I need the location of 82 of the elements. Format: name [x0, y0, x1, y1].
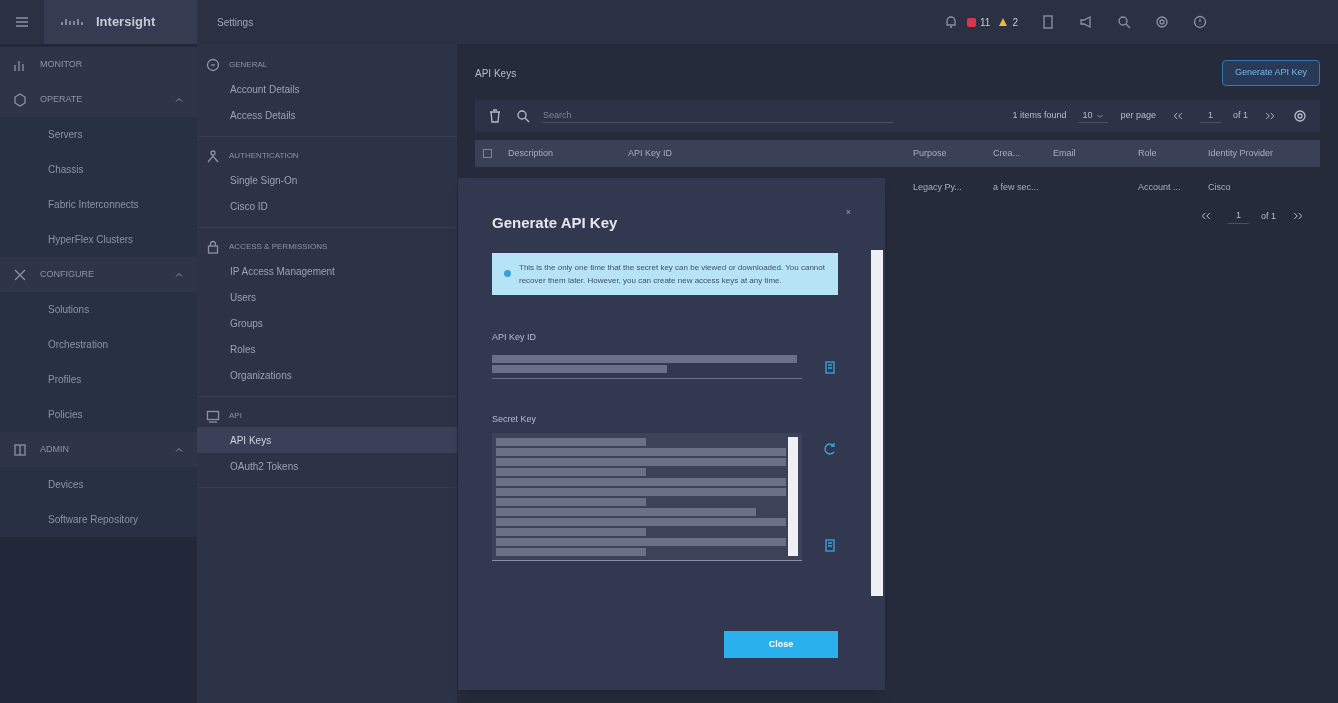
gear-icon — [1292, 108, 1308, 124]
settings-item[interactable]: Account Details — [197, 76, 457, 102]
settings-item[interactable]: Cisco ID — [197, 193, 457, 219]
nav-section-item[interactable]: OPERATE — [0, 82, 197, 117]
settings-item[interactable]: Access Details — [197, 102, 457, 128]
field-label: Secret Key — [492, 413, 538, 426]
nav-item[interactable]: Profiles — [0, 362, 197, 397]
settings-section-title: AUTHENTICATION — [229, 150, 299, 162]
warning-icon — [998, 17, 1009, 27]
nav-item[interactable]: Software Repository — [0, 502, 197, 537]
settings-item[interactable]: Roles — [197, 336, 457, 362]
column-header[interactable]: Crea... — [985, 146, 1045, 161]
settings-item[interactable]: Users — [197, 284, 457, 310]
logo-icon — [60, 16, 84, 28]
page-number[interactable]: 1 — [1227, 209, 1249, 224]
column-header[interactable]: Identity Provider — [1200, 146, 1320, 161]
page-count: of 1 — [1261, 209, 1276, 223]
copy-icon — [822, 536, 838, 553]
dialog-scrollbar[interactable] — [871, 250, 883, 596]
nav-item[interactable]: Orchestration — [0, 327, 197, 362]
settings-item[interactable]: Organizations — [197, 362, 457, 388]
gear-icon — [1154, 14, 1170, 30]
megaphone-icon — [1078, 14, 1094, 30]
scrollbar[interactable] — [788, 436, 798, 556]
table-cell: Cisco — [1208, 182, 1231, 193]
close-button[interactable]: × — [845, 206, 851, 220]
column-header[interactable]: Email — [1045, 146, 1130, 161]
nav-item[interactable]: Chassis — [0, 152, 197, 187]
api-key-id-field[interactable] — [492, 354, 802, 379]
menu-icon — [14, 14, 30, 30]
trash-icon — [487, 108, 503, 124]
column-header[interactable]: Role — [1130, 146, 1200, 161]
table-cell: Account ... — [1138, 182, 1181, 193]
page-title: Settings — [217, 15, 254, 30]
nav-item[interactable]: Solutions — [0, 292, 197, 327]
per-page-label: per page — [1120, 109, 1156, 123]
settings-item[interactable]: OAuth2 Tokens — [197, 453, 457, 479]
document-icon — [1040, 14, 1056, 30]
nav-section-item[interactable]: CONFIGURE — [0, 257, 197, 292]
nav-item[interactable]: HyperFlex Clusters — [0, 222, 197, 257]
dialog-title: Generate API Key — [492, 213, 618, 233]
page-count: of 1 — [1233, 109, 1248, 123]
nav-item[interactable]: Servers — [0, 117, 197, 152]
settings-item[interactable]: API Keys — [197, 427, 457, 453]
nav-item[interactable]: Devices — [0, 467, 197, 502]
column-header[interactable]: Description — [500, 146, 620, 161]
nav-item[interactable]: Fabric Interconnects — [0, 187, 197, 222]
per-page-select[interactable]: 10 — [1078, 108, 1109, 124]
copy-icon — [822, 358, 838, 375]
generate-api-key-button[interactable]: Generate API Key — [1221, 60, 1320, 86]
column-header[interactable]: Purpose — [905, 146, 985, 161]
table-cell: Legacy Py... — [913, 182, 962, 193]
settings-item[interactable]: Groups — [197, 310, 457, 336]
nav-item[interactable]: Policies — [0, 397, 197, 432]
lock-icon — [205, 239, 221, 255]
cube-icon — [12, 91, 28, 108]
search-field[interactable]: Search — [543, 108, 893, 124]
field-label: API Key ID — [492, 330, 537, 344]
settings-section-title: GENERAL — [229, 59, 268, 71]
product-name: Intersight — [96, 13, 156, 32]
settings-section-title: API — [229, 410, 242, 422]
settings-item[interactable]: Single Sign-On — [197, 167, 457, 193]
settings-item[interactable]: IP Access Management — [197, 258, 457, 284]
admin-icon — [12, 441, 28, 458]
info-text: This is the only one time that the secret key can be viewed or downloaded. You cannot recover them later. However, you can create new access keys at any time. — [519, 261, 826, 287]
person-icon — [205, 148, 221, 164]
section-title: API Keys — [475, 66, 517, 81]
alarm-count[interactable]: 2 — [1012, 14, 1018, 30]
alarm-count[interactable]: 11 — [980, 14, 991, 30]
items-found: 1 items found — [1012, 109, 1067, 123]
nav-section-item[interactable]: ADMIN — [0, 432, 197, 467]
settings-section-title: ACCESS & PERMISSIONS — [229, 241, 328, 253]
help-icon — [1192, 14, 1208, 30]
critical-alarm-icon — [967, 17, 977, 27]
table-cell: a few sec... — [993, 182, 1039, 193]
nav-section-item[interactable]: MONITOR — [0, 47, 197, 82]
search-icon — [515, 108, 531, 124]
refresh-icon — [822, 440, 838, 457]
column-header[interactable]: API Key ID — [620, 146, 905, 161]
select-all-checkbox[interactable] — [483, 149, 492, 158]
page-number[interactable]: 1 — [1199, 108, 1221, 124]
search-icon — [1116, 14, 1132, 30]
